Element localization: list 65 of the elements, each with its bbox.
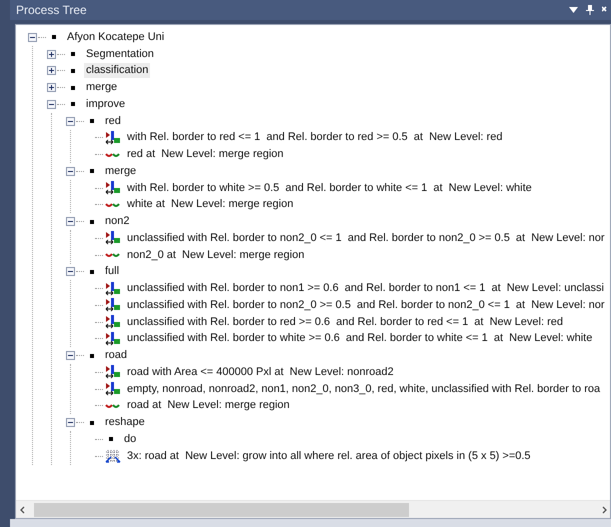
dropdown-icon[interactable] [569, 7, 578, 13]
tree-item[interactable]: red at New Level: merge region [125, 147, 286, 162]
classify-icon [105, 130, 121, 145]
tree-item[interactable]: road [103, 348, 130, 364]
bullet-icon [71, 68, 75, 73]
tree-item[interactable]: with Rel. border to white >= 0.5 and Rel. border to white <= 1 at New Level: white [125, 180, 534, 196]
collapse-icon[interactable] [66, 267, 75, 276]
tree-item[interactable]: road at New Level: merge region [125, 398, 292, 414]
tree-item[interactable]: unclassified with Rel. border to non2_0 <= 1 and Rel. border to non2_0 >= 0.5 at New Level: nor [125, 230, 607, 246]
expand-icon[interactable] [47, 66, 56, 76]
tree-item[interactable]: white at New Level: merge region [125, 197, 296, 212]
tree-item[interactable]: non2 [103, 214, 132, 230]
classify-icon [105, 298, 121, 312]
classify-icon [105, 365, 121, 380]
collapse-icon[interactable] [28, 32, 37, 42]
tree-item[interactable]: unclassified with Rel. border to white >= 0.6 and Rel. border to white <= 1 at New Level: white [125, 331, 594, 346]
classify-icon [105, 181, 121, 196]
bullet-icon [90, 354, 94, 358]
tree-item[interactable]: merge [84, 80, 120, 96]
tree-item[interactable]: road with Area <= 400000 Pxl at New Level: nonroad2 [125, 364, 396, 380]
bullet-icon [90, 270, 94, 274]
tree-item[interactable]: unclassified with Rel. border to non1 >= 0.6 and Rel. border to non1 <= 1 at New Level: unclassi [125, 281, 606, 296]
collapse-icon[interactable] [66, 166, 75, 176]
tree-item[interactable]: 3x: road at New Level: grow into all where rel. area of object pixels in (5 x 5) >=0.5 [125, 448, 533, 464]
classify-icon [105, 231, 121, 246]
collapse-icon[interactable] [66, 116, 75, 126]
panel-title: Process Tree [16, 2, 87, 19]
classify-icon [105, 382, 121, 396]
collapse-icon[interactable] [66, 418, 75, 428]
horizontal-scrollbar[interactable] [16, 500, 610, 518]
classify-icon [105, 315, 121, 330]
classify-icon [105, 332, 121, 346]
close-icon[interactable] [602, 6, 607, 14]
tree-item[interactable]: with Rel. border to red <= 1 and Rel. border to red >= 0.5 at New Level: red [125, 130, 504, 146]
tree-item[interactable]: classification [84, 63, 150, 78]
tree-item[interactable]: merge [103, 164, 138, 179]
classify-icon [105, 282, 121, 296]
collapse-icon[interactable] [66, 351, 75, 360]
tree-item[interactable]: red [103, 114, 123, 129]
bullet-icon [90, 420, 94, 425]
bullet-icon [109, 437, 113, 442]
collapse-icon[interactable] [47, 100, 56, 109]
tree-item[interactable]: improve [84, 96, 128, 112]
bullet-icon [90, 220, 94, 224]
bullet-icon [71, 86, 75, 90]
tree-item[interactable]: reshape [103, 415, 147, 430]
bullet-icon [71, 102, 75, 106]
tree-item[interactable]: Segmentation [84, 46, 156, 62]
tree-item[interactable]: non2_0 at New Level: merge region [125, 248, 306, 263]
tree-item[interactable]: empty, nonroad, nonroad2, non1, non2_0, non3_0, red, white, unclassified with Rel. border to roa [125, 382, 602, 397]
bullet-icon [71, 52, 75, 56]
tree-item[interactable]: Afyon Kocatepe Uni [65, 30, 166, 45]
bullet-icon [90, 169, 94, 174]
tree-item[interactable]: unclassified with Rel. border to non2_0 >= 0.5 and Rel. border to non2_0 <= 1 at New Level: nor [125, 298, 607, 313]
pin-icon[interactable] [586, 5, 594, 15]
tree-item[interactable]: full [103, 264, 122, 280]
grid-arrows-icon [105, 449, 121, 464]
tree-item[interactable]: unclassified with Rel. border to red >= 0.6 and Rel. border to red <= 1 at New Level: red [125, 314, 565, 330]
expand-icon[interactable] [47, 50, 56, 59]
bullet-icon [52, 35, 56, 40]
collapse-icon[interactable] [66, 217, 75, 226]
expand-icon[interactable] [47, 83, 56, 92]
bullet-icon [90, 119, 94, 124]
tree-item[interactable]: do [122, 432, 138, 447]
scrollbar-thumb[interactable] [34, 502, 409, 516]
